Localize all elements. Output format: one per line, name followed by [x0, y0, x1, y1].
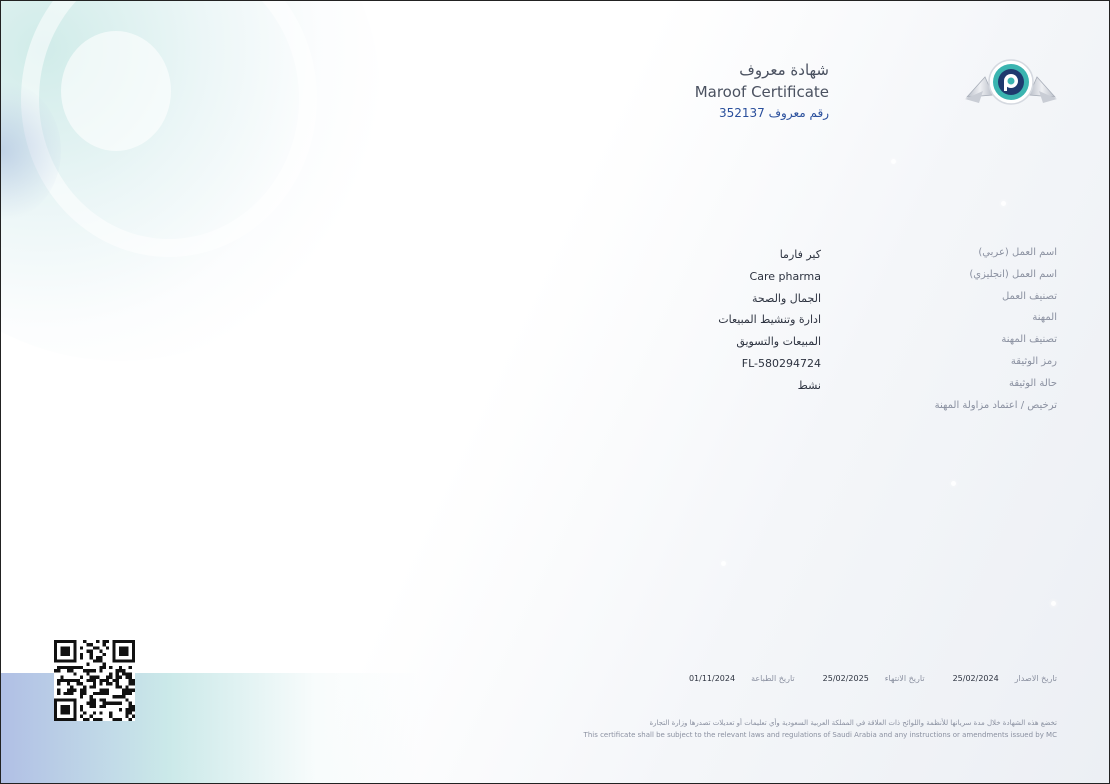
- issue-date-label: تاريخ الاصدار: [1014, 674, 1057, 683]
- background-ring-inner: [61, 31, 171, 151]
- sparkle-decoration: [951, 481, 956, 486]
- label-profession: المهنة: [1032, 312, 1057, 324]
- maroof-number-value: 352137: [718, 106, 765, 120]
- label-document-code: رمز الوثيقة: [1010, 355, 1057, 367]
- label-business-name-ar: اسم العمل (عربي): [978, 247, 1057, 258]
- background-blob-small: [1, 81, 61, 221]
- details-values: كير فارما Care pharma الجمال والصحة ادار…: [521, 244, 821, 397]
- sparkle-decoration: [891, 159, 896, 164]
- value-profession-category: المبيعات والتسويق: [736, 335, 821, 349]
- expiry-date-value: 25/02/2025: [822, 674, 869, 683]
- value-profession: ادارة وتنشيط المبيعات: [718, 313, 821, 327]
- maroof-number-label: رقم معروف: [768, 106, 829, 120]
- sparkle-decoration: [721, 561, 726, 566]
- sparkle-decoration: [561, 111, 566, 116]
- dates-row: تاريخ الاصدار 25/02/2024 تاريخ الانتهاء …: [689, 674, 1057, 683]
- background-ring: [21, 1, 317, 257]
- legal-footer: تخضع هذه الشهادة خلال مدة سريانها للأنظم…: [584, 717, 1057, 741]
- issue-date-value: 25/02/2024: [952, 674, 999, 683]
- legal-text-english: This certificate shall be subject to the…: [583, 731, 1057, 739]
- label-business-name-en: اسم العمل (انجليزي): [969, 268, 1057, 280]
- print-date-value: 01/11/2024: [688, 674, 736, 683]
- sparkle-decoration: [1051, 601, 1056, 606]
- certificate-header: شهادة معروف Maroof Certificate رقم معروف…: [695, 59, 829, 123]
- label-profession-category: تصنيف المهنة: [1001, 334, 1057, 346]
- value-document-code: FL-580294724: [741, 356, 821, 370]
- expiry-date-label: تاريخ الانتهاء: [884, 674, 925, 683]
- certificate-page: شهادة معروف Maroof Certificate رقم معروف…: [0, 0, 1110, 784]
- sparkle-decoration: [1001, 201, 1006, 206]
- label-business-category: تصنيف العمل: [1001, 290, 1057, 302]
- print-date-label: تاريخ الطباعة: [751, 674, 795, 683]
- maroof-logo-icon: [963, 57, 1059, 109]
- label-license: ترخيص / اعتماد مزاولة المهنة: [934, 399, 1057, 411]
- details-labels: اسم العمل (عربي) اسم العمل (انجليزي) تصن…: [837, 242, 1057, 416]
- label-document-status: حالة الوثيقة: [1008, 377, 1057, 389]
- value-document-status: نشط: [797, 378, 821, 392]
- value-business-name-en: Care pharma: [749, 269, 821, 283]
- title-arabic: شهادة معروف: [739, 61, 829, 79]
- title-english: Maroof Certificate: [694, 83, 829, 101]
- value-business-name-ar: كير فارما: [779, 248, 821, 261]
- background-blob: [1, 1, 381, 361]
- qr-code-icon: [54, 640, 135, 721]
- maroof-number: رقم معروف 352137: [695, 103, 829, 123]
- value-business-category: الجمال والصحة: [752, 291, 821, 305]
- legal-text-arabic: تخضع هذه الشهادة خلال مدة سريانها للأنظم…: [649, 719, 1057, 727]
